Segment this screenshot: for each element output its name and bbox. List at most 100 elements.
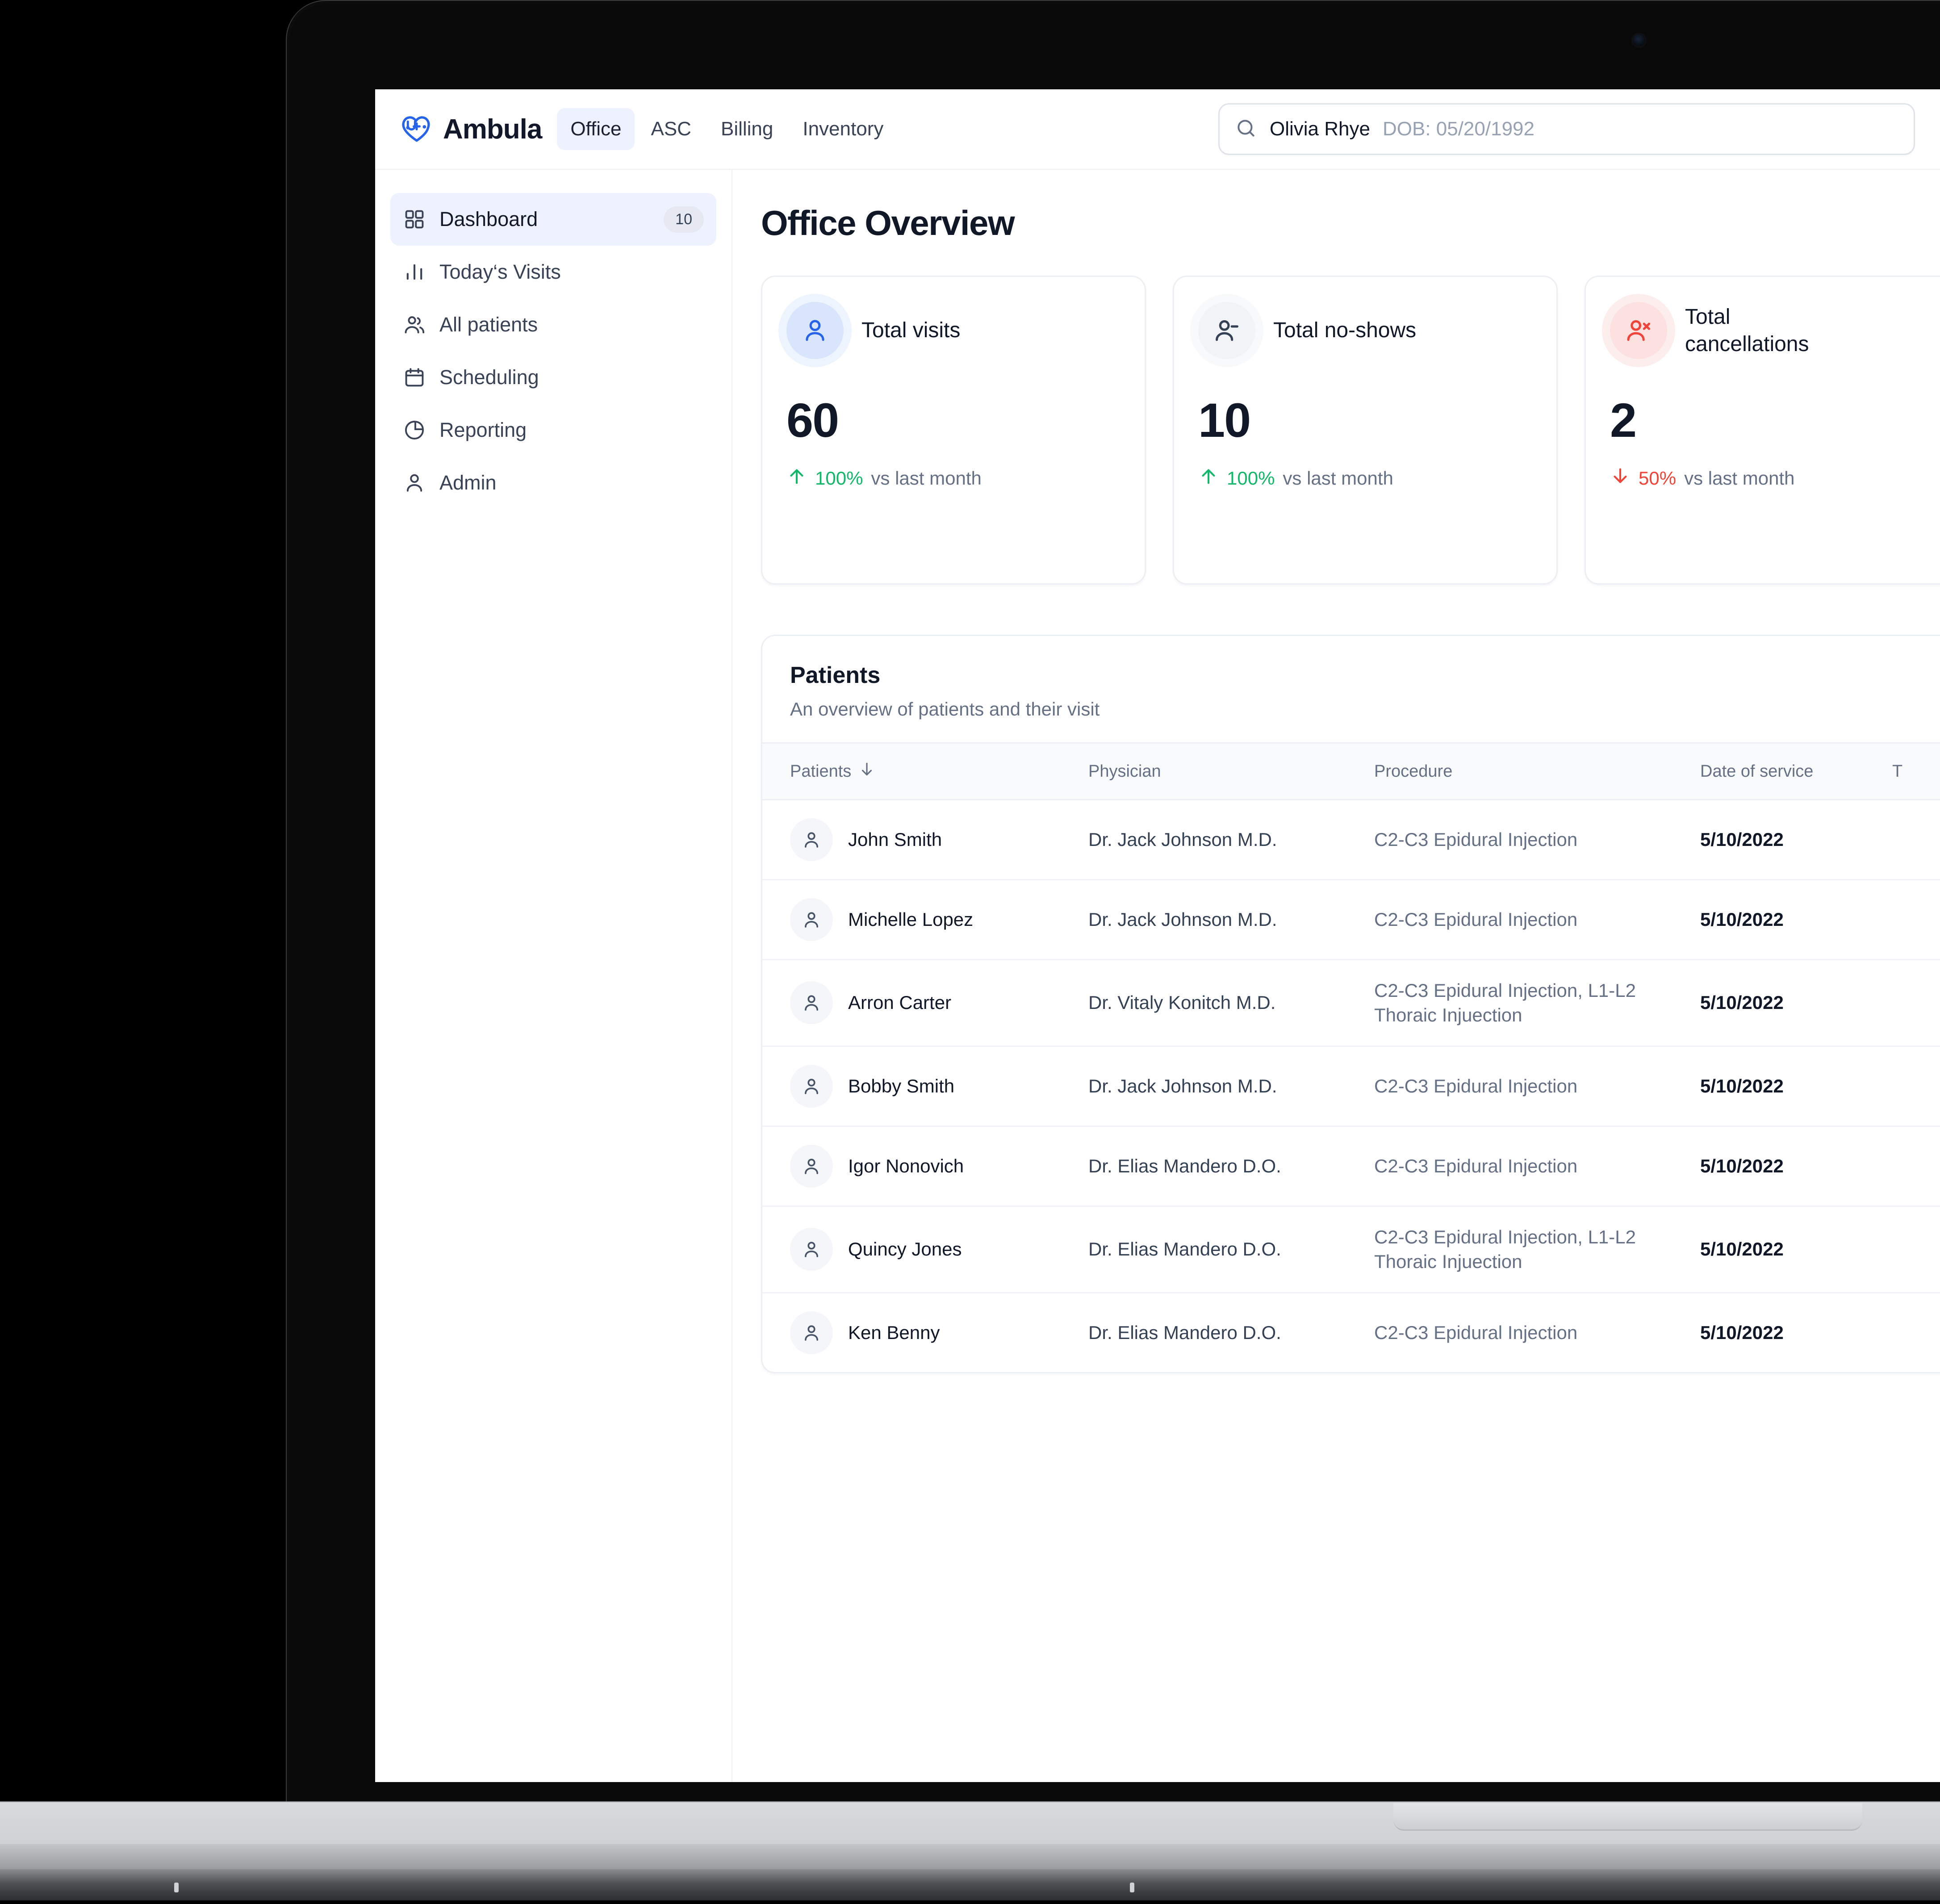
- stat-delta-pct: 50%: [1639, 468, 1677, 489]
- laptop-foot: [1130, 1883, 1134, 1892]
- user-x-icon: [1610, 302, 1667, 359]
- avatar: [790, 981, 833, 1025]
- date-of-service: 5/10/2022: [1700, 799, 1892, 880]
- table-row[interactable]: Quincy Jones Dr. Elias Mandero D.O. C2-C…: [762, 1206, 1940, 1293]
- procedure-name: C2-C3 Epidural Injection: [1374, 1046, 1700, 1127]
- avatar: [790, 898, 833, 941]
- user-minus-icon: [1198, 302, 1255, 359]
- stat-card-total-no-shows[interactable]: Total no-shows 10 100% vs last month: [1173, 276, 1558, 585]
- sidebar-item-scheduling[interactable]: Scheduling: [390, 351, 716, 404]
- sidebar-item-label: Dashboard: [439, 208, 538, 230]
- patients-table: Patients Physician Procedure Date of ser…: [762, 742, 1940, 1372]
- column-header-patients[interactable]: Patients: [762, 742, 1088, 800]
- user-icon: [786, 302, 844, 359]
- table-row[interactable]: John Smith Dr. Jack Johnson M.D. C2-C3 E…: [762, 799, 1940, 880]
- physician-name: Dr. Elias Mandero D.O.: [1088, 1206, 1374, 1293]
- primary-nav: Office ASC Billing Inventory: [557, 108, 897, 150]
- date-of-service: 5/10/2022: [1700, 1126, 1892, 1207]
- avatar: [790, 818, 833, 861]
- patient-name: Michelle Lopez: [848, 909, 974, 930]
- sidebar: Dashboard 10 Today‘s Visits All patients…: [375, 170, 732, 1782]
- table-row[interactable]: Michelle Lopez Dr. Jack Johnson M.D. C2-…: [762, 879, 1940, 960]
- laptop-mockup: Ambula Office ASC Billing Inventory Oliv…: [0, 0, 1940, 1904]
- laptop-base-notch: [1393, 1803, 1862, 1831]
- sidebar-item-admin[interactable]: Admin: [390, 456, 716, 509]
- date-of-service: 5/10/2022: [1700, 1206, 1892, 1293]
- sidebar-item-all-patients[interactable]: All patients: [390, 298, 716, 351]
- row-tail-cell: [1892, 879, 1940, 960]
- row-tail-cell: [1892, 959, 1940, 1047]
- app-header: Ambula Office ASC Billing Inventory Oliv…: [375, 89, 1940, 170]
- search-dob-text: DOB: 05/20/1992: [1382, 118, 1534, 140]
- date-of-service: 5/10/2022: [1700, 959, 1892, 1047]
- row-tail-cell: [1892, 1293, 1940, 1372]
- brand[interactable]: Ambula: [400, 112, 542, 147]
- column-header-label: Patients: [790, 762, 852, 781]
- patients-table-card: Patients An overview of patients and the…: [761, 635, 1940, 1373]
- laptop-foot: [174, 1883, 179, 1892]
- sidebar-item-label: All patients: [439, 313, 538, 336]
- brand-name: Ambula: [443, 113, 542, 145]
- table-row[interactable]: Igor Nonovich Dr. Elias Mandero D.O. C2-…: [762, 1126, 1940, 1207]
- stat-value: 60: [786, 393, 839, 447]
- page-title: Office Overview: [761, 203, 1015, 243]
- column-header-truncated[interactable]: T: [1892, 742, 1940, 800]
- nav-tab-billing[interactable]: Billing: [707, 108, 786, 150]
- date-of-service: 5/10/2022: [1700, 1046, 1892, 1127]
- nav-tab-office[interactable]: Office: [557, 108, 635, 150]
- table-row[interactable]: Arron Carter Dr. Vitaly Konitch M.D. C2-…: [762, 959, 1940, 1047]
- user-icon: [403, 471, 426, 494]
- procedure-name: C2-C3 Epidural Injection, L1-L2 Thoraic …: [1374, 1206, 1700, 1293]
- sidebar-item-label: Today‘s Visits: [439, 260, 561, 283]
- patient-name: Bobby Smith: [848, 1075, 955, 1096]
- physician-name: Dr. Vitaly Konitch M.D.: [1088, 959, 1374, 1047]
- sort-desc-icon[interactable]: [858, 761, 875, 782]
- sidebar-item-label: Reporting: [439, 418, 527, 441]
- patient-name: John Smith: [848, 829, 942, 850]
- nav-tab-asc[interactable]: ASC: [637, 108, 704, 150]
- column-header-procedure[interactable]: Procedure: [1374, 742, 1700, 800]
- grid-icon: [403, 208, 426, 231]
- row-tail-cell: [1892, 1126, 1940, 1207]
- stat-card-total-visits[interactable]: Total visits 60 100% vs last month: [761, 276, 1146, 585]
- row-tail-cell: [1892, 1046, 1940, 1127]
- procedure-name: C2-C3 Epidural Injection: [1374, 799, 1700, 880]
- stat-card-total-cancellations[interactable]: Total cancellations 2 50% vs last month: [1585, 276, 1940, 585]
- physician-name: Dr. Jack Johnson M.D.: [1088, 1046, 1374, 1127]
- patient-name: Quincy Jones: [848, 1239, 962, 1260]
- search-icon: [1235, 117, 1257, 142]
- physician-name: Dr. Elias Mandero D.O.: [1088, 1322, 1281, 1343]
- avatar: [790, 1144, 833, 1188]
- sidebar-item-label: Scheduling: [439, 366, 539, 389]
- stat-value: 10: [1198, 393, 1251, 447]
- procedure-name: C2-C3 Epidural Injection, L1-L2 Thoraic …: [1374, 959, 1700, 1047]
- nav-tab-inventory[interactable]: Inventory: [789, 108, 897, 150]
- stat-label: Total cancellations: [1685, 305, 1809, 356]
- stat-delta-note: vs last month: [1684, 468, 1795, 489]
- bar-chart-icon: [403, 260, 426, 284]
- arrow-up-icon: [786, 466, 807, 491]
- avatar: [790, 1228, 833, 1271]
- table-title: Patients: [790, 662, 881, 688]
- patient-name: Igor Nonovich: [848, 1155, 964, 1176]
- table-row[interactable]: Ken Benny Dr. Elias Mandero D.O. C2-C3 E…: [762, 1293, 1940, 1372]
- column-header-physician[interactable]: Physician: [1088, 742, 1374, 800]
- laptop-base-lip: [0, 1869, 1940, 1900]
- sidebar-item-todays-visits[interactable]: Today‘s Visits: [390, 246, 716, 298]
- stat-delta-note: vs last month: [1283, 468, 1393, 489]
- webcam-icon: [1633, 34, 1645, 46]
- patient-search-field[interactable]: Olivia Rhye DOB: 05/20/1992: [1218, 103, 1915, 155]
- sidebar-item-reporting[interactable]: Reporting: [390, 404, 716, 456]
- stat-card-list: Total visits 60 100% vs last month Total…: [761, 276, 1940, 585]
- physician-name: Dr. Jack Johnson M.D.: [1088, 879, 1374, 960]
- physician-name: Dr. Elias Mandero D.O.: [1088, 1126, 1374, 1207]
- column-header-date-of-service[interactable]: Date of service: [1700, 742, 1892, 800]
- sidebar-item-dashboard[interactable]: Dashboard 10: [390, 193, 716, 246]
- procedure-name: C2-C3 Epidural Injection: [1374, 1322, 1578, 1343]
- search-input-value: Olivia Rhye: [1270, 118, 1370, 140]
- table-row[interactable]: Bobby Smith Dr. Jack Johnson M.D. C2-C3 …: [762, 1046, 1940, 1127]
- stat-value: 2: [1610, 393, 1637, 447]
- users-icon: [403, 313, 426, 336]
- stat-delta-pct: 100%: [1227, 468, 1275, 489]
- heart-stethoscope-logo-icon: [400, 112, 433, 147]
